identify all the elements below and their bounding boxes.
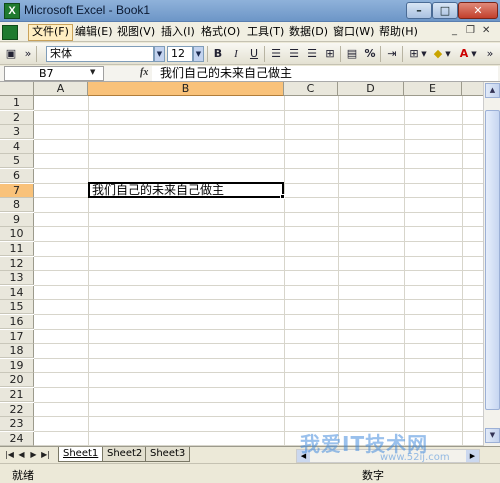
status-bar: 就绪 数字 (0, 463, 500, 482)
currency-icon[interactable]: ▤ (344, 46, 360, 62)
menu-tools[interactable]: 工具(T) (244, 24, 287, 41)
toolbar-options-icon[interactable]: » (22, 46, 34, 62)
borders-dropdown-icon[interactable]: ▼ (420, 46, 428, 62)
insert-function-button[interactable]: fx (140, 67, 148, 78)
row-header-23[interactable]: 23 (0, 417, 34, 432)
merge-center-icon[interactable]: ⊞ (322, 46, 338, 62)
row-header-2[interactable]: 2 (0, 110, 34, 125)
row-header-14[interactable]: 14 (0, 285, 34, 300)
row-header-21[interactable]: 21 (0, 388, 34, 402)
indent-icon[interactable]: ⇥ (384, 46, 400, 62)
bold-button[interactable]: B (210, 46, 226, 62)
align-left-icon[interactable]: ☰ (268, 46, 284, 62)
worksheet-grid[interactable]: A B C D E 1 2 3 4 5 6 7 8 9 10 11 12 13 14 15 16 17 18 19 2… (0, 82, 492, 446)
font-size-box[interactable]: 12 (167, 46, 193, 62)
name-box[interactable]: B7 (4, 66, 104, 81)
column-header-d[interactable]: D (338, 82, 404, 96)
menu-format[interactable]: 格式(O) (198, 24, 243, 41)
italic-button[interactable]: I (228, 46, 244, 62)
row-header-7[interactable]: 7 (0, 183, 34, 198)
next-sheet-icon[interactable]: ▶ (28, 449, 39, 461)
row-header-10[interactable]: 10 (0, 227, 34, 242)
menu-view[interactable]: 视图(V) (114, 24, 158, 41)
row-header-20[interactable]: 20 (0, 373, 34, 388)
column-header-c[interactable]: C (284, 82, 338, 96)
font-color-dropdown-icon[interactable]: ▼ (470, 46, 478, 62)
doc-restore-icon[interactable]: ❐ (466, 25, 475, 36)
active-cell-b7[interactable]: 我们自己的未来自己做主 (88, 182, 284, 198)
row-header-12[interactable]: 12 (0, 256, 34, 271)
status-ready: 就绪 (12, 469, 34, 482)
font-name-box[interactable]: 宋体 (46, 46, 154, 62)
title-bar: X Microsoft Excel - Book1 – □ ✕ (0, 0, 500, 22)
name-box-dropdown-icon[interactable]: ▼ (90, 68, 95, 76)
row-header-22[interactable]: 22 (0, 402, 34, 417)
row-header-18[interactable]: 18 (0, 344, 34, 359)
menu-edit[interactable]: 编辑(E) (72, 24, 116, 41)
menu-insert[interactable]: 插入(I) (158, 24, 198, 41)
row-header-1[interactable]: 1 (0, 96, 34, 110)
sheet-tab-sheet2[interactable]: Sheet2 (102, 447, 148, 462)
column-header-a[interactable]: A (34, 82, 88, 96)
workbook-icon[interactable] (2, 25, 18, 40)
sheet-tab-sheet3[interactable]: Sheet3 (145, 447, 191, 462)
save-icon[interactable]: ▣ (3, 46, 19, 62)
formula-input[interactable]: 我们自己的未来自己做主 (152, 66, 498, 81)
row-header-13[interactable]: 13 (0, 271, 34, 286)
scroll-right-icon[interactable]: ▶ (466, 450, 479, 462)
select-all-corner[interactable] (0, 82, 34, 96)
close-button[interactable]: ✕ (458, 2, 498, 19)
align-center-icon[interactable]: ☰ (286, 46, 302, 62)
first-sheet-icon[interactable]: |◀ (4, 449, 15, 461)
row-header-5[interactable]: 5 (0, 154, 34, 169)
window-title: Microsoft Excel - Book1 (24, 3, 151, 17)
percent-button[interactable]: % (362, 46, 378, 62)
font-name-dropdown-icon[interactable]: ▼ (154, 46, 165, 62)
menu-window[interactable]: 窗口(W) (330, 24, 377, 41)
doc-minimize-icon[interactable]: _ (452, 25, 457, 36)
status-num-lock: 数字 (362, 469, 384, 482)
maximize-button[interactable]: □ (432, 2, 458, 19)
fill-handle[interactable] (280, 194, 285, 199)
row-header-19[interactable]: 19 (0, 358, 34, 373)
row-header-8[interactable]: 8 (0, 198, 34, 213)
scroll-up-icon[interactable]: ▲ (485, 83, 500, 98)
menu-data[interactable]: 数据(D) (286, 24, 331, 41)
row-header-16[interactable]: 16 (0, 315, 34, 329)
row-header-4[interactable]: 4 (0, 139, 34, 154)
doc-close-icon[interactable]: ✕ (482, 25, 490, 36)
formula-bar: B7 ▼ fx 我们自己的未来自己做主 (0, 66, 500, 82)
column-header-b[interactable]: B (88, 82, 284, 96)
row-header-15[interactable]: 15 (0, 300, 34, 315)
minimize-button[interactable]: – (406, 2, 432, 19)
row-header-24[interactable]: 24 (0, 431, 34, 446)
menu-file[interactable]: 文件(F) (28, 24, 73, 41)
scroll-left-icon[interactable]: ◀ (297, 450, 310, 462)
row-header-11[interactable]: 11 (0, 242, 34, 256)
fill-color-dropdown-icon[interactable]: ▼ (444, 46, 452, 62)
watermark-url: www.52ij.com (380, 452, 450, 463)
formatting-toolbar: ▣ » 宋体 ▼ 12 ▼ B I U ☰ ☰ ☰ ⊞ ▤ % ⇥ ⊞ ▼ ◆ … (0, 43, 500, 65)
excel-icon[interactable]: X (4, 3, 20, 19)
font-size-dropdown-icon[interactable]: ▼ (193, 46, 204, 62)
sheet-tab-sheet1[interactable]: Sheet1 (58, 447, 104, 462)
row-header-9[interactable]: 9 (0, 212, 34, 227)
row-header-17[interactable]: 17 (0, 329, 34, 344)
vertical-scrollbar[interactable]: ▲ ▼ (483, 82, 500, 446)
align-right-icon[interactable]: ☰ (304, 46, 320, 62)
scroll-thumb[interactable] (485, 110, 500, 410)
row-header-6[interactable]: 6 (0, 169, 34, 183)
row-header-3[interactable]: 3 (0, 125, 34, 140)
scroll-down-icon[interactable]: ▼ (485, 428, 500, 443)
last-sheet-icon[interactable]: ▶| (40, 449, 51, 461)
toolbar-more-icon[interactable]: » (484, 46, 496, 62)
menu-bar: 文件(F) 编辑(E) 视图(V) 插入(I) 格式(O) 工具(T) 数据(D… (0, 22, 500, 42)
underline-button[interactable]: U (246, 46, 262, 62)
prev-sheet-icon[interactable]: ◀ (16, 449, 27, 461)
menu-help[interactable]: 帮助(H) (376, 24, 421, 41)
column-header-e[interactable]: E (404, 82, 462, 96)
